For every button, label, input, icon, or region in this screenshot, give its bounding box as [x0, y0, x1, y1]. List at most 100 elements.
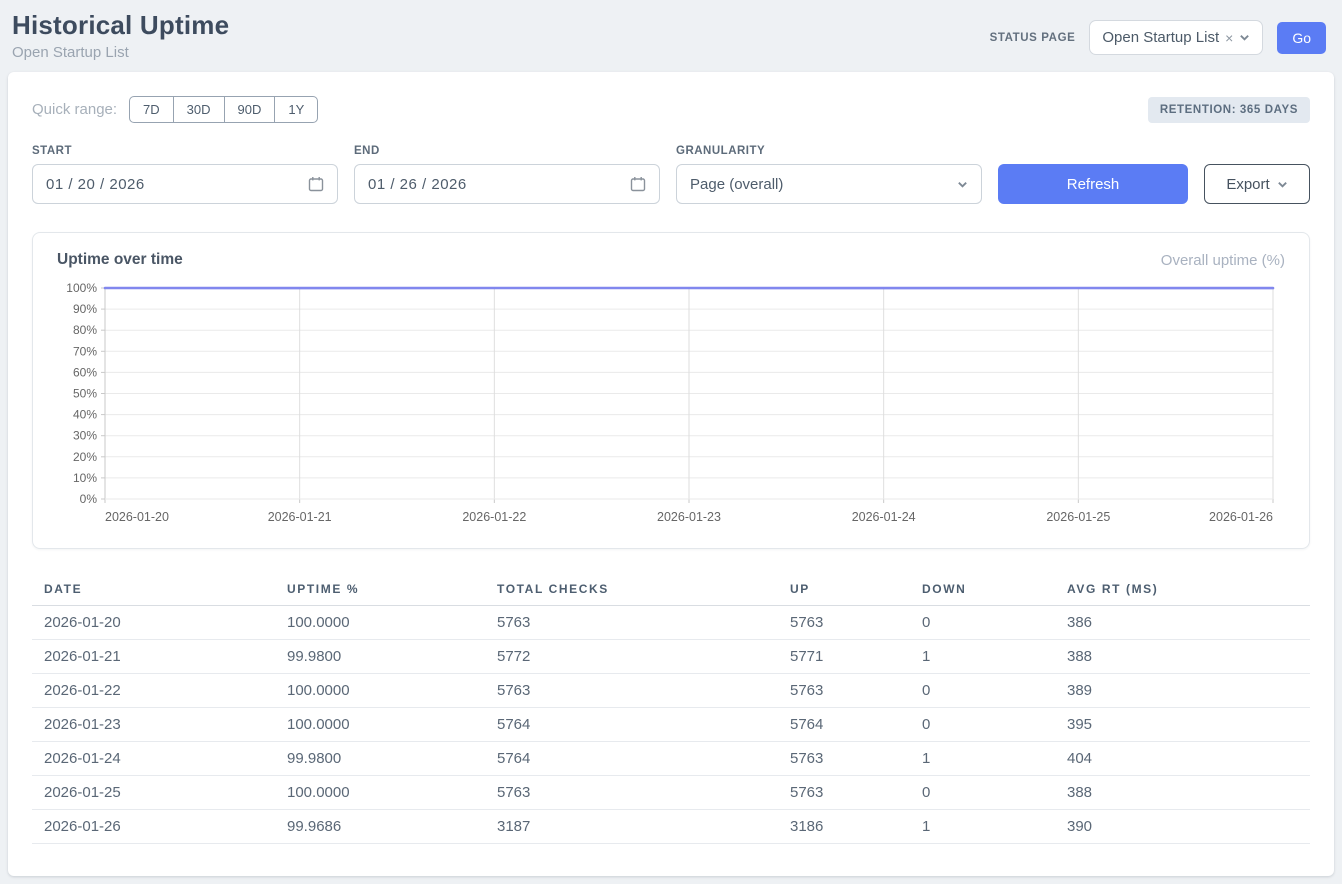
column-header: DATE	[32, 573, 275, 606]
table-cell: 5763	[778, 606, 910, 640]
svg-text:2026-01-23: 2026-01-23	[657, 510, 721, 524]
quick-range-90d-button[interactable]: 90D	[224, 96, 276, 123]
table-cell: 100.0000	[275, 776, 485, 810]
table-cell: 100.0000	[275, 708, 485, 742]
table-cell: 5772	[485, 640, 778, 674]
column-header: TOTAL CHECKS	[485, 573, 778, 606]
export-button-label: Export	[1226, 176, 1269, 193]
calendar-icon[interactable]	[308, 176, 324, 192]
table-cell: 1	[910, 810, 1055, 844]
table-cell: 389	[1055, 674, 1310, 708]
table-header: DATEUPTIME %TOTAL CHECKSUPDOWNAVG RT (MS…	[32, 573, 1310, 606]
table-cell: 5763	[778, 674, 910, 708]
svg-text:40%: 40%	[73, 408, 97, 422]
table-row: 2026-01-25100.0000576357630388	[32, 776, 1310, 810]
svg-text:2026-01-25: 2026-01-25	[1046, 510, 1110, 524]
start-date-field: START 01 / 20 / 2026	[32, 145, 338, 204]
table-cell: 5771	[778, 640, 910, 674]
table-cell: 2026-01-25	[32, 776, 275, 810]
table-row: 2026-01-20100.0000576357630386	[32, 606, 1310, 640]
table-cell: 100.0000	[275, 606, 485, 640]
column-header: UP	[778, 573, 910, 606]
table-cell: 5764	[485, 708, 778, 742]
refresh-button[interactable]: Refresh	[998, 164, 1188, 204]
svg-text:80%: 80%	[73, 323, 97, 337]
page-header: Historical Uptime Open Startup List STAT…	[0, 0, 1342, 72]
page-title: Historical Uptime	[12, 10, 229, 41]
table-cell: 99.9800	[275, 742, 485, 776]
table-cell: 3186	[778, 810, 910, 844]
table-cell: 390	[1055, 810, 1310, 844]
svg-text:90%: 90%	[73, 302, 97, 316]
uptime-line-chart: 0%10%20%30%40%50%60%70%80%90%100%2026-01…	[57, 279, 1285, 531]
end-date-input[interactable]: 01 / 26 / 2026	[354, 164, 660, 204]
header-controls: STATUS PAGE Open Startup List × Go	[990, 20, 1326, 55]
table-cell: 5763	[778, 742, 910, 776]
svg-text:70%: 70%	[73, 344, 97, 358]
main-card: Quick range: 7D 30D 90D 1Y RETENTION: 36…	[8, 72, 1334, 876]
uptime-chart-card: Uptime over time Overall uptime (%) 0%10…	[32, 232, 1310, 549]
quick-range-30d-button[interactable]: 30D	[173, 96, 225, 123]
table-cell: 99.9800	[275, 640, 485, 674]
start-date-input[interactable]: 01 / 20 / 2026	[32, 164, 338, 204]
table-cell: 0	[910, 708, 1055, 742]
table-cell: 2026-01-20	[32, 606, 275, 640]
svg-text:2026-01-22: 2026-01-22	[462, 510, 526, 524]
table-cell: 5763	[485, 674, 778, 708]
svg-text:100%: 100%	[66, 281, 97, 295]
table-cell: 1	[910, 742, 1055, 776]
granularity-field: GRANULARITY Page (overall)	[676, 145, 982, 204]
retention-badge: RETENTION: 365 DAYS	[1148, 97, 1310, 123]
end-label: END	[354, 145, 660, 157]
table-cell: 2026-01-23	[32, 708, 275, 742]
chart-area: 0%10%20%30%40%50%60%70%80%90%100%2026-01…	[57, 279, 1285, 536]
table-cell: 386	[1055, 606, 1310, 640]
table-cell: 2026-01-21	[32, 640, 275, 674]
quick-range-label: Quick range:	[32, 101, 117, 118]
svg-text:10%: 10%	[73, 471, 97, 485]
table-row: 2026-01-2199.9800577257711388	[32, 640, 1310, 674]
filters-row: START 01 / 20 / 2026 END 01 / 26 / 2026	[32, 145, 1310, 204]
quick-range-row: Quick range: 7D 30D 90D 1Y RETENTION: 36…	[32, 96, 1310, 123]
uptime-table: DATEUPTIME %TOTAL CHECKSUPDOWNAVG RT (MS…	[32, 573, 1310, 844]
go-button[interactable]: Go	[1277, 22, 1326, 54]
table-row: 2026-01-22100.0000576357630389	[32, 674, 1310, 708]
svg-text:2026-01-20: 2026-01-20	[105, 510, 169, 524]
status-page-label: STATUS PAGE	[990, 32, 1076, 44]
table-cell: 5763	[485, 606, 778, 640]
chart-legend: Overall uptime (%)	[1161, 252, 1285, 269]
end-date-value: 01 / 26 / 2026	[368, 176, 467, 193]
granularity-select[interactable]: Page (overall)	[676, 164, 982, 204]
quick-range-7d-button[interactable]: 7D	[129, 96, 174, 123]
column-header: UPTIME %	[275, 573, 485, 606]
svg-text:50%: 50%	[73, 387, 97, 401]
svg-text:2026-01-24: 2026-01-24	[852, 510, 916, 524]
table-cell: 2026-01-22	[32, 674, 275, 708]
table-cell: 395	[1055, 708, 1310, 742]
table-cell: 404	[1055, 742, 1310, 776]
clear-selection-icon[interactable]: ×	[1225, 30, 1233, 46]
svg-text:2026-01-21: 2026-01-21	[268, 510, 332, 524]
export-button[interactable]: Export	[1204, 164, 1310, 204]
column-header: DOWN	[910, 573, 1055, 606]
table-cell: 388	[1055, 640, 1310, 674]
column-header: AVG RT (MS)	[1055, 573, 1310, 606]
status-page-selected-value: Open Startup List	[1102, 29, 1219, 46]
status-page-select[interactable]: Open Startup List ×	[1089, 20, 1263, 55]
table-cell: 5764	[778, 708, 910, 742]
table-cell: 0	[910, 776, 1055, 810]
table-cell: 100.0000	[275, 674, 485, 708]
start-date-value: 01 / 20 / 2026	[46, 176, 145, 193]
table-row: 2026-01-2499.9800576457631404	[32, 742, 1310, 776]
svg-text:60%: 60%	[73, 365, 97, 379]
calendar-icon[interactable]	[630, 176, 646, 192]
quick-range-1y-button[interactable]: 1Y	[274, 96, 318, 123]
granularity-label: GRANULARITY	[676, 145, 982, 157]
chevron-down-icon	[957, 179, 968, 190]
table-cell: 1	[910, 640, 1055, 674]
table-row: 2026-01-2699.9686318731861390	[32, 810, 1310, 844]
table-cell: 0	[910, 674, 1055, 708]
table-cell: 2026-01-24	[32, 742, 275, 776]
table-cell: 388	[1055, 776, 1310, 810]
table-cell: 3187	[485, 810, 778, 844]
